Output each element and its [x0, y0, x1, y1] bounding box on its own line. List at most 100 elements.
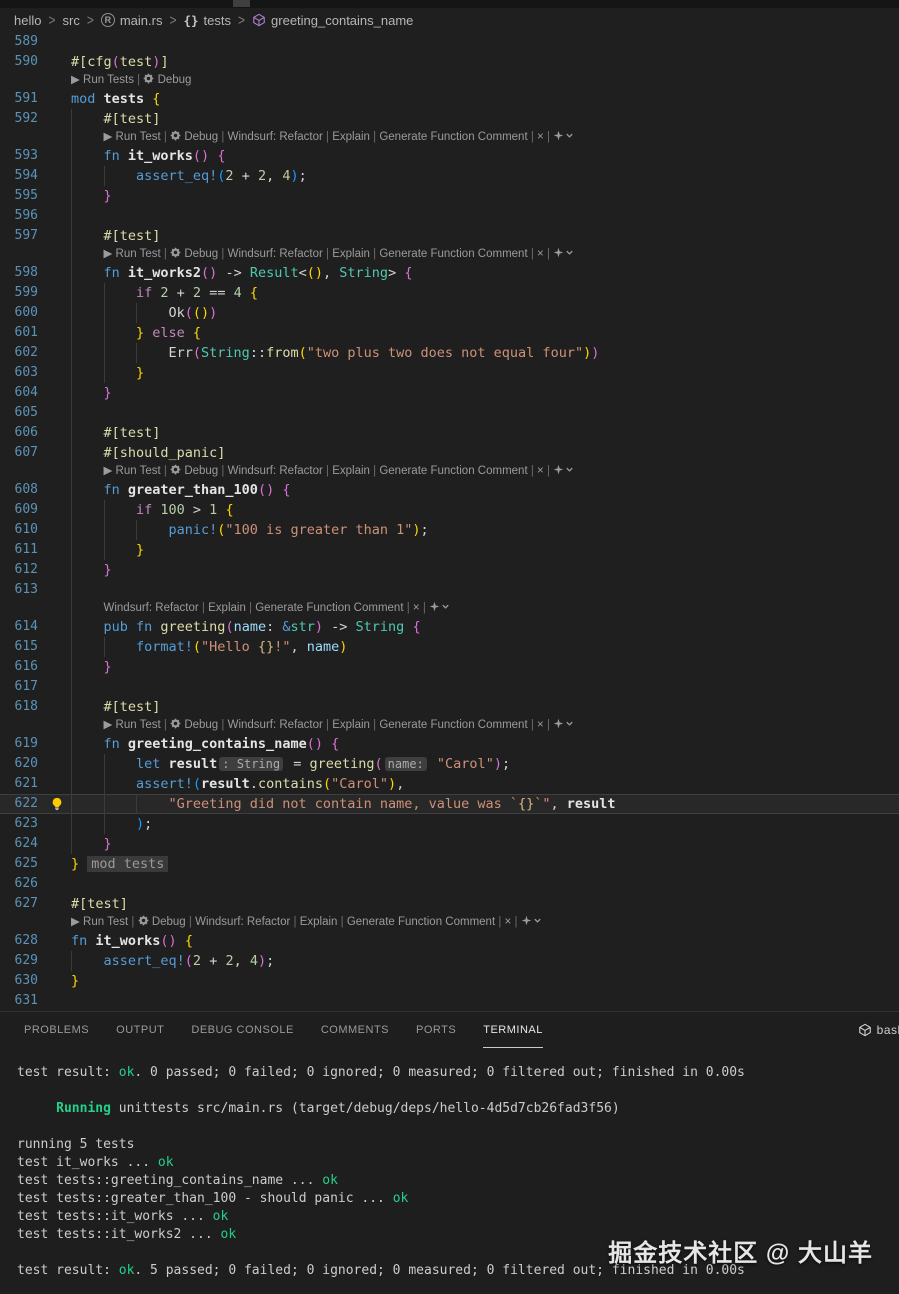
line-number[interactable]: 613	[0, 580, 38, 600]
code-line[interactable]: 631	[0, 991, 899, 1011]
code-line[interactable]: 606#[test]	[0, 423, 899, 443]
codelens-item[interactable]: Generate Function Comment	[379, 719, 527, 731]
code-line[interactable]: 600Ok(())	[0, 303, 899, 323]
codelens-item[interactable]: Windsurf: Refactor	[228, 131, 323, 143]
code-line[interactable]: 625} mod tests	[0, 854, 899, 874]
line-number[interactable]: 618	[0, 697, 38, 717]
codelens-run-test[interactable]: ▶ Run Test	[104, 719, 161, 731]
code-line[interactable]: 615format!("Hello {}!", name)	[0, 637, 899, 657]
line-number[interactable]: 590	[0, 52, 38, 72]
code-line[interactable]: 609if 100 > 1 {	[0, 500, 899, 520]
codelens-run-test[interactable]: ▶ Run Test	[104, 248, 161, 260]
line-number[interactable]: 602	[0, 343, 38, 363]
line-number[interactable]: 616	[0, 657, 38, 677]
code-line[interactable]: 612}	[0, 560, 899, 580]
code-editor[interactable]: 589590#[cfg(test)]▶ Run Tests | Debug591…	[0, 32, 899, 1011]
codelens-item[interactable]: Explain	[332, 131, 370, 143]
line-number[interactable]: 620	[0, 754, 38, 774]
code-line[interactable]: 630}	[0, 971, 899, 991]
line-number[interactable]: 592	[0, 109, 38, 129]
line-number[interactable]: 627	[0, 894, 38, 914]
code-line[interactable]: 594assert_eq!(2 + 2, 4);	[0, 166, 899, 186]
codelens-debug[interactable]: Debug	[138, 916, 186, 928]
terminal-shell-item[interactable]: bash -	[858, 1012, 899, 1048]
line-number[interactable]: 611	[0, 540, 38, 560]
codelens-item[interactable]: Generate Function Comment	[347, 916, 495, 928]
line-number[interactable]: 591	[0, 89, 38, 109]
line-number[interactable]: 622	[0, 794, 38, 814]
code-line[interactable]: 589	[0, 32, 899, 52]
code-line[interactable]: 622"Greeting did not contain name, value…	[0, 794, 899, 814]
codelens-debug[interactable]: Debug	[143, 74, 191, 86]
code-line[interactable]: 624}	[0, 834, 899, 854]
code-line[interactable]: 613	[0, 580, 899, 600]
codelens-item[interactable]: Windsurf: Refactor	[195, 916, 290, 928]
codelens-ai-menu[interactable]	[553, 719, 575, 731]
codelens-debug[interactable]: Debug	[170, 719, 218, 731]
line-number[interactable]: 596	[0, 206, 38, 226]
line-number[interactable]: 617	[0, 677, 38, 697]
code-line[interactable]: 620let result: String = greeting(name: "…	[0, 754, 899, 774]
codelens-item[interactable]: Windsurf: Refactor	[228, 248, 323, 260]
code-line[interactable]: 595}	[0, 186, 899, 206]
line-number[interactable]: 593	[0, 146, 38, 166]
line-number[interactable]: 628	[0, 931, 38, 951]
code-line[interactable]: 627#[test]	[0, 894, 899, 914]
code-line[interactable]: 596	[0, 206, 899, 226]
code-line[interactable]: 591mod tests {	[0, 89, 899, 109]
code-line[interactable]: 592#[test]	[0, 109, 899, 129]
line-number[interactable]: 630	[0, 971, 38, 991]
line-number[interactable]: 606	[0, 423, 38, 443]
line-number[interactable]: 600	[0, 303, 38, 323]
code-line[interactable]: 619fn greeting_contains_name() {	[0, 734, 899, 754]
line-number[interactable]: 608	[0, 480, 38, 500]
codelens-run-test[interactable]: ▶ Run Tests	[71, 74, 134, 86]
tab-debug-console[interactable]: DEBUG CONSOLE	[191, 1012, 293, 1048]
code-line[interactable]: 602Err(String::from("two plus two does n…	[0, 343, 899, 363]
code-line[interactable]: 629assert_eq!(2 + 2, 4);	[0, 951, 899, 971]
line-number[interactable]: 597	[0, 226, 38, 246]
code-line[interactable]: 599if 2 + 2 == 4 {	[0, 283, 899, 303]
code-line[interactable]: 607#[should_panic]	[0, 443, 899, 463]
codelens-ai-menu[interactable]	[429, 602, 451, 614]
codelens-ai-menu[interactable]	[553, 248, 575, 260]
breadcrumb-item-greeting_contains_name[interactable]: greeting_contains_name	[252, 13, 413, 28]
breadcrumb-item-main-rs[interactable]: Rmain.rs	[101, 13, 163, 28]
code-line[interactable]: 623);	[0, 814, 899, 834]
codelens-ai-menu[interactable]	[521, 916, 543, 928]
code-line[interactable]: 628fn it_works() {	[0, 931, 899, 951]
line-number[interactable]: 625	[0, 854, 38, 874]
line-number[interactable]: 631	[0, 991, 38, 1011]
codelens-close[interactable]: ×	[537, 131, 544, 143]
line-number[interactable]: 621	[0, 774, 38, 794]
line-number[interactable]: 598	[0, 263, 38, 283]
codelens-close[interactable]: ×	[537, 248, 544, 260]
line-number[interactable]: 601	[0, 323, 38, 343]
codelens-run-test[interactable]: ▶ Run Test	[104, 465, 161, 477]
codelens-close[interactable]: ×	[413, 602, 420, 614]
tab-comments[interactable]: COMMENTS	[321, 1012, 389, 1048]
codelens-run-test[interactable]: ▶ Run Test	[71, 916, 128, 928]
line-number[interactable]: 626	[0, 874, 38, 894]
code-line[interactable]: 614pub fn greeting(name: &str) -> String…	[0, 617, 899, 637]
tab-output[interactable]: OUTPUT	[116, 1012, 164, 1048]
line-number[interactable]: 614	[0, 617, 38, 637]
codelens-item[interactable]: Windsurf: Refactor	[228, 465, 323, 477]
code-line[interactable]: 618#[test]	[0, 697, 899, 717]
code-line[interactable]: 611}	[0, 540, 899, 560]
code-line[interactable]: 621assert!(result.contains("Carol"),	[0, 774, 899, 794]
codelens-item[interactable]: Generate Function Comment	[379, 465, 527, 477]
codelens-item[interactable]: Generate Function Comment	[255, 602, 403, 614]
line-number[interactable]: 594	[0, 166, 38, 186]
code-line[interactable]: 604}	[0, 383, 899, 403]
codelens-item[interactable]: Explain	[208, 602, 246, 614]
codelens-item[interactable]: Windsurf: Refactor	[228, 719, 323, 731]
code-line[interactable]: 603}	[0, 363, 899, 383]
codelens-item[interactable]: Explain	[332, 248, 370, 260]
line-number[interactable]: 603	[0, 363, 38, 383]
breadcrumb-item-hello[interactable]: hello	[14, 13, 41, 28]
line-number[interactable]: 610	[0, 520, 38, 540]
line-number[interactable]: 595	[0, 186, 38, 206]
line-number[interactable]: 599	[0, 283, 38, 303]
code-line[interactable]: 608fn greater_than_100() {	[0, 480, 899, 500]
